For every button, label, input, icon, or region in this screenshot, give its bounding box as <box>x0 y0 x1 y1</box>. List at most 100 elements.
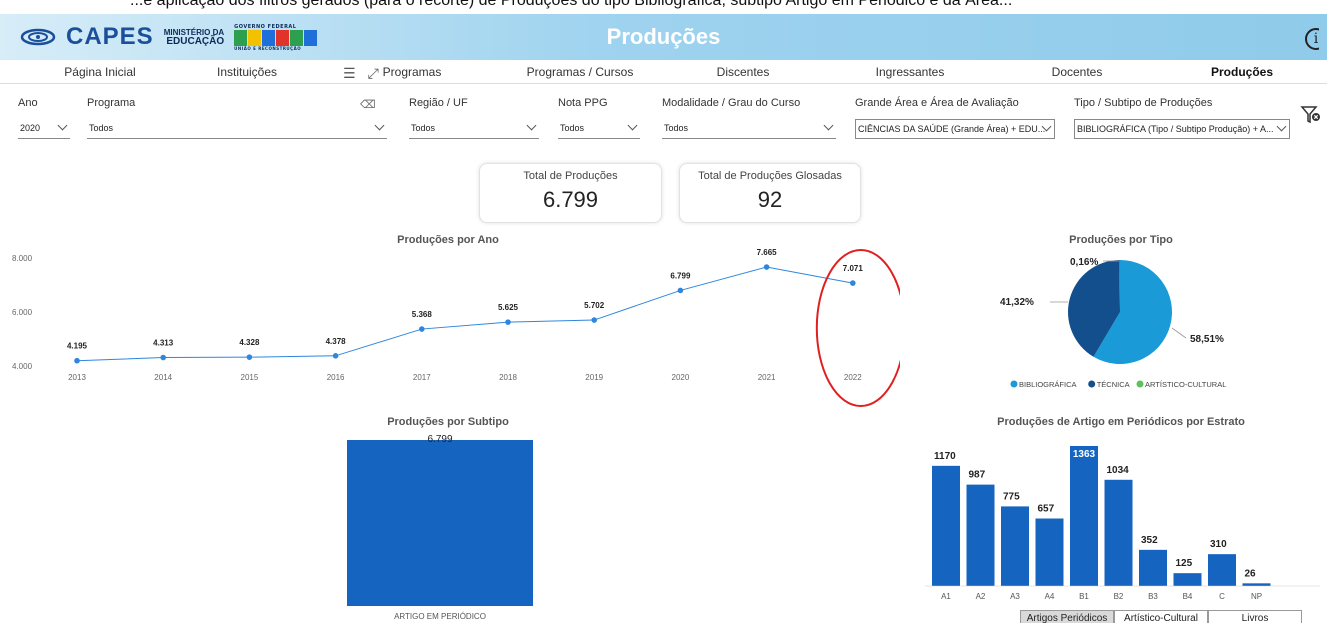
nav-item-producoes[interactable]: Produções <box>1211 65 1273 79</box>
filter-grande-area-value: CIÊNCIAS DA SAÚDE (Grande Área) + EDU... <box>858 124 1046 134</box>
filter-modalidade-select[interactable]: Todos <box>662 119 836 139</box>
data-point <box>763 264 770 270</box>
bar-chart-producoes-por-subtipo: 6.799 ARTIGO EM PERIÓDICO <box>347 434 533 621</box>
y-tick-label: 6.000 <box>12 308 33 317</box>
data-point <box>677 287 684 294</box>
nav-item-programas-cursos[interactable]: Programas / Cursos <box>527 65 634 79</box>
x-tick-label: B4 <box>1183 592 1193 601</box>
page-title: Produções <box>606 24 721 49</box>
chevron-down-icon <box>823 120 834 131</box>
filter-grande-area-label: Grande Área e Área de Avaliação <box>855 97 1019 109</box>
line-chart-producoes-por-ano: 8.000 6.000 4.000 4.195 2013 4.313 2014 4.328 20… <box>12 248 900 407</box>
chart-title-por-subtipo: Produções por Subtipo <box>387 416 509 428</box>
card-value: 6.799 <box>542 187 599 212</box>
filter-ano-label: Ano <box>18 97 38 109</box>
data-label: 4.313 <box>153 339 174 348</box>
legend-marker <box>1010 380 1018 388</box>
bar <box>1242 583 1271 586</box>
card-title: Total de Produções <box>523 170 618 182</box>
data-point <box>246 354 253 360</box>
x-tick-label: 2020 <box>672 373 690 382</box>
data-point <box>505 319 511 325</box>
filter-lines-icon[interactable]: ☰ <box>343 66 356 82</box>
nav-item-pagina-inicial[interactable]: Página Inicial <box>64 65 135 79</box>
chevron-down-icon <box>526 120 537 131</box>
filter-grande-area-select[interactable]: CIÊNCIAS DA SAÚDE (Grande Área) + EDU... <box>855 119 1055 139</box>
nav-bar: Página Inicial Instituições Programas Pr… <box>0 60 1327 84</box>
data-label: 1034 <box>1107 465 1130 476</box>
tab-livros[interactable]: Livros <box>1208 610 1302 623</box>
series-line <box>76 266 853 362</box>
slice-label: 41,32% <box>1000 297 1034 308</box>
header-bar: CAPES MINISTÉRIO DA EDUCAÇÃO GOVERNO FED… <box>0 14 1327 60</box>
data-label: 775 <box>1003 491 1020 502</box>
x-tick-label: 2019 <box>585 373 603 382</box>
chevron-down-icon <box>627 120 638 131</box>
x-tick-label: NP <box>1251 592 1262 601</box>
data-point <box>850 280 856 286</box>
filter-ano-value: 2020 <box>20 123 41 133</box>
filter-nota-label: Nota PPG <box>558 97 608 109</box>
visual-header-icons: ☰ ⤢ <box>340 66 382 82</box>
data-label: 310 <box>1210 539 1227 550</box>
legend-label: ARTÍSTICO-CULTURAL <box>1145 380 1226 389</box>
bar <box>966 484 995 586</box>
x-tick-label: 2021 <box>758 373 776 382</box>
filter-programa-value: Todos <box>89 123 114 133</box>
data-label: 7.071 <box>843 264 864 273</box>
data-label: 4.195 <box>67 342 88 351</box>
y-tick-label: 8.000 <box>12 254 33 263</box>
nav-item-instituicoes[interactable]: Instituições <box>217 65 277 79</box>
bar <box>1173 573 1202 586</box>
filter-programa-select[interactable]: Todos <box>87 119 387 139</box>
x-tick-label: 2015 <box>241 373 259 382</box>
data-label: 7.665 <box>757 248 778 257</box>
card-value: 92 <box>757 187 783 212</box>
data-label: 125 <box>1176 558 1193 569</box>
chart-title-por-estrato: Produções de Artigo em Periódicos por Es… <box>997 416 1245 428</box>
top-caption: ...e aplicação dos filtros gerados (para… <box>0 0 1327 14</box>
pie-chart-producoes-por-tipo: 58,51% 41,32% 0,16% BIBLIOGRÁFICA TÉCNICA ART… <box>1000 257 1226 389</box>
nav-item-discentes[interactable]: Discentes <box>717 65 770 79</box>
data-label: 26 <box>1245 568 1257 579</box>
filter-nota-select[interactable]: Todos <box>558 119 640 139</box>
bottom-tabs: Artigos Periódicos Artístico-Cultural Li… <box>1020 610 1302 623</box>
bar <box>1070 446 1098 586</box>
data-label: 6.799 <box>670 271 691 280</box>
x-tick-label: A2 <box>976 592 986 601</box>
filter-regiao-select[interactable]: Todos <box>409 119 539 139</box>
filter-nota: Nota PPG Todos <box>558 97 640 142</box>
x-tick-label: C <box>1219 592 1225 601</box>
x-tick-label: 2016 <box>327 373 345 382</box>
x-tick-label: 2014 <box>154 373 172 382</box>
card-total-producoes: Total de Produções 6.799 <box>479 163 662 223</box>
filter-modalidade-label: Modalidade / Grau do Curso <box>662 97 801 109</box>
filter-ano-select[interactable]: 2020 <box>18 119 70 139</box>
nav-item-ingressantes[interactable]: Ingressantes <box>876 65 945 79</box>
x-tick-label: B1 <box>1079 592 1089 601</box>
data-label: 6.799 <box>427 434 452 445</box>
x-tick-label: A1 <box>941 592 951 601</box>
filter-tipo: Tipo / Subtipo de Produções BIBLIOGRÁFIC… <box>1074 97 1290 142</box>
x-tick-label: A4 <box>1045 592 1055 601</box>
chevron-down-icon <box>57 120 68 131</box>
x-tick-label: 2017 <box>413 373 431 382</box>
filter-tipo-select[interactable]: BIBLIOGRÁFICA (Tipo / Subtipo Produção) … <box>1074 119 1290 139</box>
nav-item-docentes[interactable]: Docentes <box>1052 65 1103 79</box>
clear-filter-icon[interactable] <box>1300 104 1322 126</box>
tab-artistico-cultural[interactable]: Artístico-Cultural <box>1114 610 1208 623</box>
slice-label: 58,51% <box>1190 334 1224 345</box>
expand-icon[interactable]: ⤢ <box>368 66 379 82</box>
nav-item-programas[interactable]: Programas <box>383 65 442 79</box>
filter-ano: Ano 2020 <box>18 97 73 142</box>
highlight-ellipse <box>815 249 900 407</box>
chevron-down-icon <box>374 120 385 131</box>
filter-modalidade-value: Todos <box>664 123 689 133</box>
tab-artigos-periodicos[interactable]: Artigos Periódicos <box>1020 610 1114 623</box>
filter-modalidade: Modalidade / Grau do Curso Todos <box>662 97 836 142</box>
eraser-icon[interactable]: ⌫ <box>360 98 376 111</box>
data-label: 987 <box>969 470 986 481</box>
x-tick-label: A3 <box>1010 592 1020 601</box>
bar <box>1001 506 1029 586</box>
bar <box>1139 549 1167 586</box>
